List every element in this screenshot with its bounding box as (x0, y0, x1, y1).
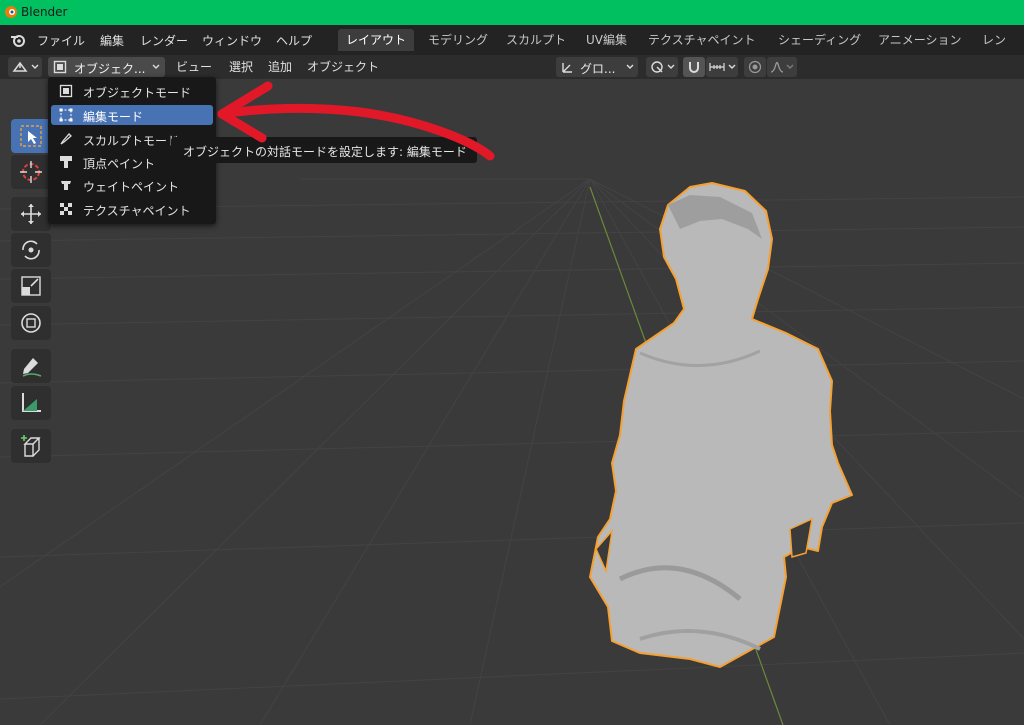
blender-menu-icon[interactable] (10, 33, 26, 47)
menu-item-edit-mode[interactable]: 編集モード (51, 105, 213, 125)
menu-item-label: テクスチャペイント (83, 204, 191, 218)
viewport-header: オブジェク... ビュー 選択 追加 オブジェクト グロ... (0, 55, 1024, 79)
menu-render[interactable]: レンダー (140, 32, 188, 49)
menu-add[interactable]: 追加 (268, 57, 292, 77)
transform-orientation-dropdown[interactable]: グロ... (556, 57, 638, 77)
proportional-falloff-dropdown[interactable] (767, 57, 797, 77)
menu-file[interactable]: ファイル (37, 32, 85, 49)
edit-mode-icon (59, 108, 73, 122)
tab-layout[interactable]: レイアウト (338, 29, 415, 51)
menu-edit[interactable]: 編集 (100, 32, 124, 49)
select-box-icon (20, 125, 42, 147)
transform-icon (21, 313, 41, 333)
tool-move[interactable] (11, 197, 51, 231)
object-mode-icon (59, 84, 73, 98)
bust-body (589, 182, 853, 668)
tab-rendering[interactable]: レンダリ (974, 29, 1024, 69)
top-menu-bar: ファイル 編集 レンダー ウィンドウ ヘルプ レイアウト モデリング スカルプト… (0, 25, 1024, 69)
menu-item-label: ウェイトペイント (83, 180, 180, 194)
rotate-icon (22, 240, 40, 260)
proportional-edit-icon (748, 60, 762, 74)
window-title: Blender (21, 5, 68, 19)
annotate-icon (22, 358, 42, 377)
chevron-down-icon (786, 64, 794, 69)
texture-paint-icon (60, 203, 72, 215)
tab-shading[interactable]: シェーディング (770, 29, 869, 51)
3d-viewport-icon (12, 61, 28, 72)
transform-orientation-label: グロ... (580, 62, 616, 76)
pivot-point-dropdown[interactable] (646, 57, 678, 77)
menu-help[interactable]: ヘルプ (276, 32, 312, 49)
chevron-down-icon (626, 64, 634, 69)
measure-icon (22, 393, 41, 412)
add-cube-icon (21, 435, 41, 457)
scale-icon (21, 276, 41, 296)
tool-scale[interactable] (11, 269, 51, 303)
tooltip-text: オブジェクトの対話モードを設定します: 編集モード (183, 145, 467, 159)
chevron-down-icon (31, 64, 39, 69)
tool-cursor[interactable] (11, 155, 51, 189)
snap-toggle[interactable] (683, 57, 705, 77)
menu-window[interactable]: ウィンドウ (202, 32, 262, 49)
editor-type-button[interactable] (8, 57, 42, 77)
tool-measure[interactable] (11, 386, 51, 420)
tab-animation[interactable]: アニメーション (870, 29, 970, 51)
tab-texture-paint[interactable]: テクスチャペイント (640, 29, 764, 51)
chevron-down-icon (667, 64, 675, 69)
blender-logo-icon (5, 6, 17, 18)
tab-uv-editing[interactable]: UV編集 (578, 29, 635, 51)
menu-item-object-mode[interactable]: オブジェクトモード (51, 81, 213, 101)
tab-sculpting[interactable]: スカルプト (498, 29, 574, 51)
chevron-down-icon (728, 64, 736, 69)
vertex-paint-icon (60, 156, 72, 168)
cursor-icon (20, 161, 42, 183)
tool-transform[interactable] (11, 306, 51, 340)
menu-item-weight-paint[interactable]: ウェイトペイント (51, 175, 213, 195)
proportional-editing-toggle[interactable] (744, 57, 766, 77)
tool-rotate[interactable] (11, 233, 51, 267)
title-bar: Blender (0, 0, 1024, 25)
menu-item-texture-paint[interactable]: テクスチャペイント (51, 199, 213, 219)
transform-orientation-icon (562, 63, 572, 73)
menu-item-label: 編集モード (83, 110, 144, 124)
falloff-curve-icon (770, 61, 784, 73)
tool-select-box[interactable] (11, 119, 51, 153)
menu-item-label: オブジェクトモード (83, 86, 192, 100)
weight-paint-icon (61, 181, 71, 190)
mode-dropdown[interactable]: オブジェク... (48, 57, 165, 77)
snap-target-dropdown[interactable] (706, 57, 738, 77)
magnet-icon (689, 62, 699, 73)
tab-modeling[interactable]: モデリング (420, 29, 496, 51)
snap-increment-icon (709, 63, 725, 71)
pivot-point-icon (651, 61, 663, 73)
object-mode-icon (53, 60, 67, 74)
menu-item-label: スカルプトモード (83, 134, 180, 148)
move-icon (21, 204, 41, 224)
menu-item-label: 頂点ペイント (83, 157, 156, 171)
tool-add-cube[interactable] (11, 429, 51, 463)
sculpt-mode-icon (60, 133, 72, 145)
tool-annotate[interactable] (11, 349, 51, 383)
mode-tooltip: オブジェクトの対話モードを設定します: 編集モード (171, 137, 477, 163)
menu-select[interactable]: 選択 (229, 57, 253, 77)
chevron-down-icon (152, 64, 160, 69)
menu-object[interactable]: オブジェクト (307, 57, 379, 77)
menu-view[interactable]: ビュー (176, 57, 212, 77)
mode-dropdown-label: オブジェク... (74, 62, 146, 76)
